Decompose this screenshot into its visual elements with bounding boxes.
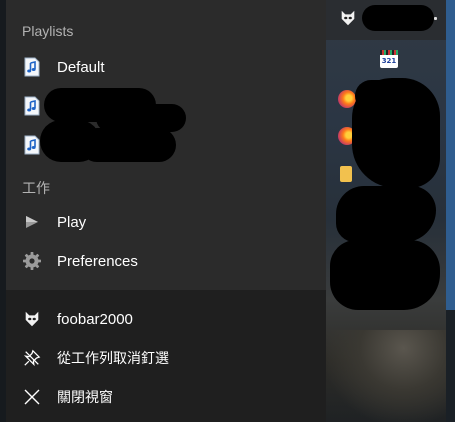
foobar-app-icon[interactable] xyxy=(338,8,358,28)
playlist-item-default[interactable]: Default xyxy=(6,48,326,86)
foobar-app-icon xyxy=(22,309,42,329)
footer-label: 關閉視窗 xyxy=(57,390,113,406)
gear-icon xyxy=(22,251,42,271)
section-label-tasks: 工作 xyxy=(22,180,50,196)
music-file-icon xyxy=(22,57,42,77)
playlist-item-label: Default xyxy=(57,58,105,76)
unpin-icon xyxy=(22,348,42,368)
desktop-clouds xyxy=(326,330,455,422)
redaction xyxy=(330,240,440,310)
task-play[interactable]: Play xyxy=(6,203,326,241)
window-edge-lower xyxy=(446,310,455,422)
counter-321-icon[interactable]: 321 xyxy=(380,50,398,68)
footer-label: foobar2000 xyxy=(57,310,133,328)
section-label-playlists: Playlists xyxy=(22,23,74,39)
dot xyxy=(434,17,437,20)
close-icon xyxy=(22,387,42,407)
music-file-icon xyxy=(22,96,42,116)
task-preferences[interactable]: Preferences xyxy=(6,242,326,280)
redaction xyxy=(80,128,176,162)
footer-open-app[interactable]: foobar2000 xyxy=(6,300,326,338)
play-icon xyxy=(22,212,42,232)
redacted-window-title xyxy=(362,5,434,31)
task-label: Play xyxy=(57,213,87,231)
task-label: Preferences xyxy=(57,252,138,270)
music-file-icon xyxy=(22,135,42,155)
footer-unpin[interactable]: 從工作列取消釘選 xyxy=(6,339,326,377)
redaction xyxy=(355,80,415,112)
folder-icon[interactable] xyxy=(340,166,358,184)
footer-label: 從工作列取消釘選 xyxy=(57,351,169,367)
window-edge xyxy=(446,0,455,310)
footer-close-window[interactable]: 關閉視窗 xyxy=(6,378,326,416)
redaction xyxy=(336,186,436,242)
